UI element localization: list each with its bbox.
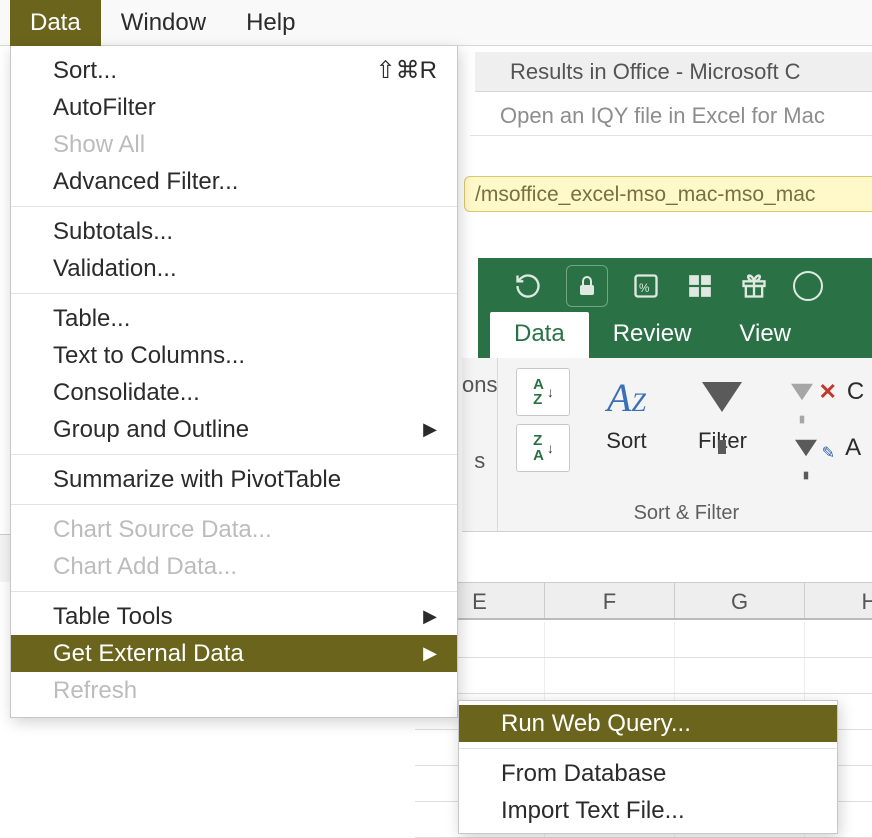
chevron-right-icon: ▶	[423, 598, 437, 635]
ribbon-group-sort-filter: AZ↓ ZA↓ AZ Sort Filter ✕ C	[498, 358, 872, 531]
menubar-window[interactable]: Window	[101, 0, 226, 46]
column-header[interactable]: F	[545, 583, 675, 618]
menu-validation[interactable]: Validation...	[11, 250, 457, 287]
menu-separator	[11, 454, 457, 455]
menu-advanced-filter[interactable]: Advanced Filter...	[11, 163, 457, 200]
submenu-from-database[interactable]: From Database	[459, 755, 837, 792]
sort-asc-button[interactable]: AZ↓	[516, 368, 570, 416]
tab-review[interactable]: Review	[589, 312, 716, 358]
page-title: Results in Office - Microsoft C	[475, 52, 872, 92]
menu-table[interactable]: Table...	[11, 300, 457, 337]
page-subtitle: Open an IQY file in Excel for Mac	[470, 96, 872, 136]
record-icon[interactable]	[792, 270, 824, 302]
menu-refresh: Refresh	[11, 672, 457, 709]
menubar-help[interactable]: Help	[226, 0, 315, 46]
submenu-run-web-query[interactable]: Run Web Query...	[459, 705, 837, 742]
ribbon: ons s AZ↓ ZA↓ AZ Sort Filter	[462, 358, 872, 532]
ribbon-cutoff-text-ons: ons	[462, 372, 497, 398]
percent-icon[interactable]: %	[630, 270, 662, 302]
menu-show-all: Show All	[11, 126, 457, 163]
menu-text-to-columns[interactable]: Text to Columns...	[11, 337, 457, 374]
menu-pivot[interactable]: Summarize with PivotTable	[11, 461, 457, 498]
tab-data[interactable]: Data	[490, 312, 589, 358]
menu-autofilter[interactable]: AutoFilter	[11, 89, 457, 126]
lock-icon[interactable]	[566, 265, 608, 307]
menu-separator	[11, 591, 457, 592]
menu-separator	[11, 293, 457, 294]
ribbon-tabs: Data Review View	[478, 313, 872, 358]
chevron-right-icon: ▶	[423, 411, 437, 448]
ribbon-cutoff-text-s: s	[474, 448, 485, 474]
menu-sort[interactable]: Sort... ⇧⌘R	[11, 52, 457, 89]
sort-desc-button[interactable]: ZA↓	[516, 424, 570, 472]
menu-subtotals[interactable]: Subtotals...	[11, 213, 457, 250]
chevron-right-icon: ▶	[423, 635, 437, 672]
menubar-data[interactable]: Data	[10, 0, 101, 46]
menu-group-outline[interactable]: Group and Outline ▶	[11, 411, 457, 448]
menu-get-external-data[interactable]: Get External Data ▶	[11, 635, 457, 672]
quick-access-toolbar: %	[478, 258, 872, 313]
submenu-import-text-file[interactable]: Import Text File...	[459, 792, 837, 829]
ribbon-cutoff: ons s	[462, 358, 498, 531]
get-external-data-submenu: Run Web Query... From Database Import Te…	[458, 700, 838, 834]
menu-table-tools[interactable]: Table Tools ▶	[11, 598, 457, 635]
grid-icon[interactable]	[684, 270, 716, 302]
menu-chart-source: Chart Source Data...	[11, 511, 457, 548]
svg-text:%: %	[639, 281, 649, 294]
shortcut: ⇧⌘R	[376, 52, 437, 89]
tab-view[interactable]: View	[715, 312, 815, 358]
url-fragment: /msoffice_excel-mso_mac-mso_mac	[464, 176, 872, 212]
column-header[interactable]: G	[675, 583, 805, 618]
menu-separator	[459, 748, 837, 749]
column-header[interactable]: H	[805, 583, 872, 618]
column-headers: E F G H	[415, 582, 872, 620]
menu-separator	[11, 504, 457, 505]
menu-consolidate[interactable]: Consolidate...	[11, 374, 457, 411]
advanced-filter-button[interactable]: ✎ A	[786, 424, 861, 472]
undo-icon[interactable]	[512, 270, 544, 302]
filter-button[interactable]: Filter	[682, 368, 762, 454]
gift-icon[interactable]	[738, 270, 770, 302]
sort-button[interactable]: AZ Sort	[586, 368, 666, 454]
menu-chart-add: Chart Add Data...	[11, 548, 457, 585]
menu-separator	[11, 206, 457, 207]
clear-filter-button[interactable]: ✕ C	[782, 368, 864, 416]
menu-bar: Data Window Help	[0, 0, 872, 46]
data-menu: Sort... ⇧⌘R AutoFilter Show All Advanced…	[10, 46, 458, 718]
ribbon-group-label: Sort & Filter	[498, 502, 872, 531]
